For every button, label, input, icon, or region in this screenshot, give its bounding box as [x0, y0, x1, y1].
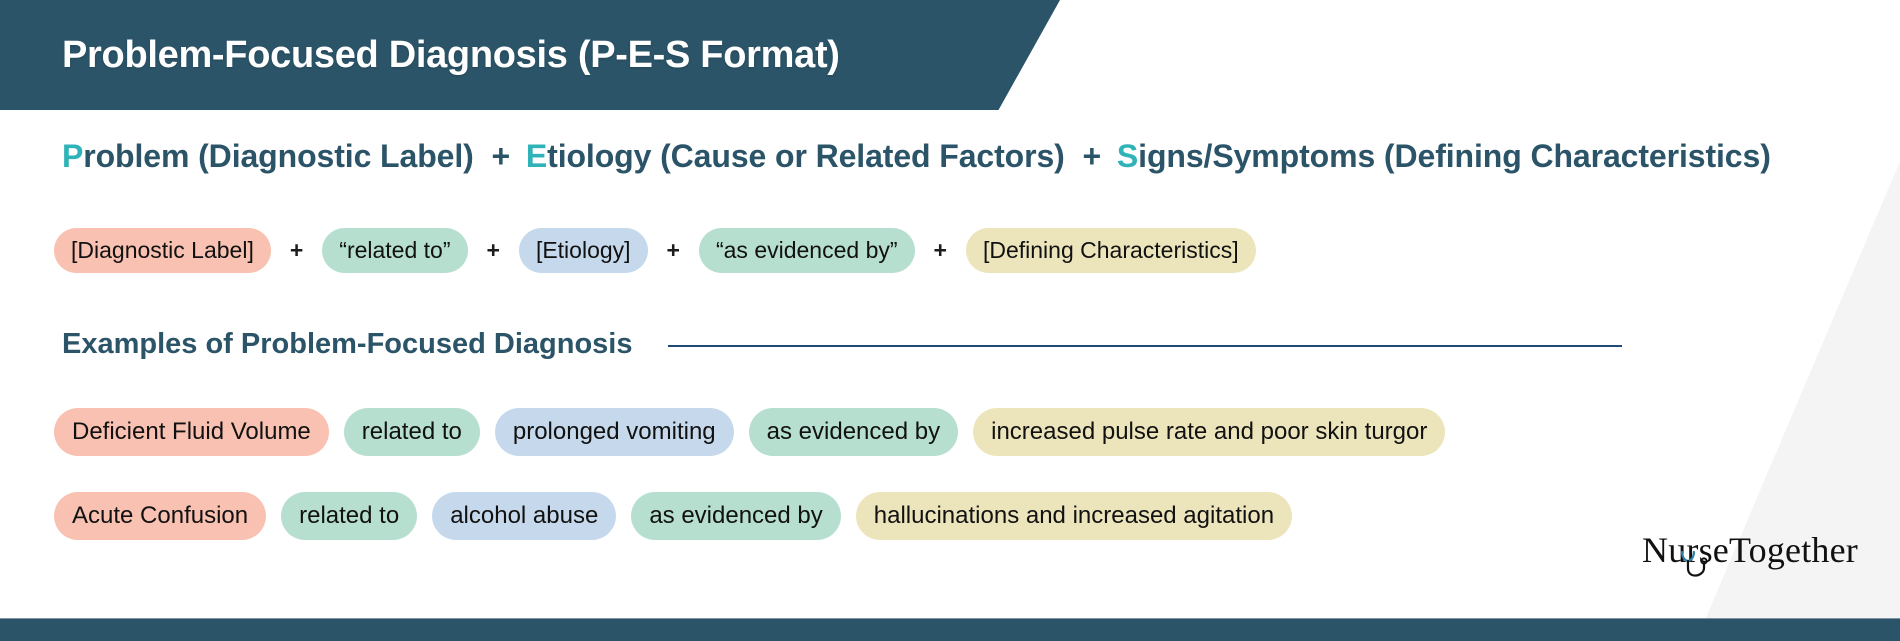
heading-divider-rule	[668, 345, 1622, 347]
example1-pill-connector-related-to: related to	[343, 408, 480, 456]
formula-part-etiology: Etiology (Cause or Related Factors)	[526, 138, 1074, 174]
formula-plus-1: +	[491, 138, 511, 174]
formula-part-problem: Problem (Diagnostic Label)	[62, 138, 483, 174]
decorative-corner-wedge	[1705, 161, 1900, 620]
pes-template-row: [Diagnostic Label] + “related to” + [Eti…	[54, 228, 1256, 273]
example2-pill-connector-related-to: related to	[281, 492, 418, 540]
example1-pill-connector-as-evidenced-by: as evidenced by	[748, 408, 959, 456]
formula-rest-etiology: tiology (Cause or Related Factors)	[547, 138, 1065, 174]
pes-formula-line: Problem (Diagnostic Label) + Etiology (C…	[62, 138, 1773, 175]
template-pill-related-to: “related to”	[322, 228, 468, 273]
footer-bar	[0, 618, 1900, 641]
template-pill-defining-characteristics: [Defining Characteristics]	[965, 228, 1256, 273]
example1-pill-problem: Deficient Fluid Volume	[54, 408, 329, 456]
header-banner: Problem-Focused Diagnosis (P-E-S Format)	[0, 0, 1060, 110]
example1-pill-etiology: prolonged vomiting	[494, 408, 734, 456]
formula-initial-e: E	[525, 138, 548, 174]
example-row-2: Acute Confusion related to alcohol abuse…	[54, 492, 1293, 540]
formula-initial-s: S	[1116, 138, 1139, 174]
brand-logo: NurseTogether	[1642, 530, 1858, 577]
brand-logo-text-wrap: NurseTogether	[1642, 530, 1858, 577]
template-plus-4: +	[933, 237, 947, 263]
formula-plus-2: +	[1082, 138, 1102, 174]
examples-heading-row: Examples of Problem-Focused Diagnosis	[62, 328, 1622, 361]
formula-rest-signs: igns/Symptoms (Defining Characteristics)	[1138, 138, 1771, 174]
stethoscope-icon	[1680, 551, 1708, 577]
example1-pill-signs: increased pulse rate and poor skin turgo…	[973, 408, 1446, 456]
example2-pill-signs: hallucinations and increased agitation	[855, 492, 1293, 540]
formula-part-signs: Signs/Symptoms (Defining Characteristics…	[1117, 138, 1771, 174]
template-plus-2: +	[486, 237, 500, 263]
template-plus-1: +	[289, 237, 304, 263]
template-pill-as-evidenced-by: “as evidenced by”	[698, 228, 915, 273]
formula-initial-p: P	[62, 138, 84, 174]
examples-heading: Examples of Problem-Focused Diagnosis	[62, 328, 633, 360]
example-row-1: Deficient Fluid Volume related to prolon…	[54, 408, 1446, 456]
page-title: Problem-Focused Diagnosis (P-E-S Format)	[62, 33, 840, 76]
template-pill-etiology: [Etiology]	[518, 228, 648, 273]
template-pill-diagnostic-label: [Diagnostic Label]	[54, 228, 271, 273]
example2-pill-etiology: alcohol abuse	[432, 492, 617, 540]
example2-pill-problem: Acute Confusion	[54, 492, 267, 540]
brand-logo-text: NurseTogether	[1642, 530, 1858, 570]
formula-rest-problem: roblem (Diagnostic Label)	[83, 138, 474, 174]
infographic-canvas: Problem-Focused Diagnosis (P-E-S Format)…	[0, 0, 1900, 641]
template-plus-3: +	[666, 237, 680, 263]
example2-pill-connector-as-evidenced-by: as evidenced by	[631, 492, 841, 540]
